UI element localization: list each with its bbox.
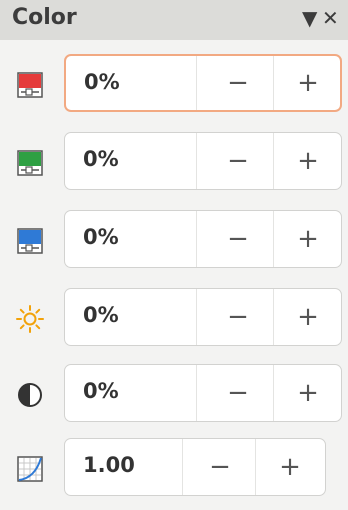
panel-menu-icon[interactable]: ▼: [302, 6, 317, 30]
panel-title: Color: [12, 5, 77, 30]
gamma-decrease-button[interactable]: −: [185, 439, 255, 495]
green-increase-button[interactable]: +: [273, 133, 343, 189]
blue-channel-icon: [17, 228, 43, 254]
green-row: 0% − +: [0, 132, 348, 194]
separator: [196, 365, 197, 421]
brightness-decrease-button[interactable]: −: [203, 289, 273, 345]
green-spinbox[interactable]: 0% − +: [64, 132, 342, 190]
blue-decrease-button[interactable]: −: [203, 211, 273, 267]
brightness-value[interactable]: 0%: [83, 303, 119, 327]
contrast-value[interactable]: 0%: [83, 379, 119, 403]
contrast-row: 0% − +: [0, 364, 348, 426]
panel-titlebar: Color ▼ ✕: [0, 0, 348, 40]
gamma-increase-button[interactable]: +: [255, 439, 325, 495]
brightness-icon: [16, 305, 44, 333]
red-spinbox[interactable]: 0% − +: [64, 54, 342, 112]
brightness-spinbox[interactable]: 0% − +: [64, 288, 342, 346]
gamma-value[interactable]: 1.00: [83, 453, 135, 477]
red-increase-button[interactable]: +: [273, 56, 343, 110]
separator: [182, 439, 183, 495]
brightness-increase-button[interactable]: +: [273, 289, 343, 345]
separator: [196, 56, 197, 110]
close-icon[interactable]: ✕: [322, 6, 339, 30]
separator: [196, 289, 197, 345]
contrast-spinbox[interactable]: 0% − +: [64, 364, 342, 422]
green-value[interactable]: 0%: [83, 147, 119, 171]
brightness-row: 0% − +: [0, 288, 348, 350]
red-decrease-button[interactable]: −: [203, 56, 273, 110]
green-decrease-button[interactable]: −: [203, 133, 273, 189]
gamma-icon: [17, 456, 43, 482]
gamma-row: 1.00 − +: [0, 438, 348, 500]
contrast-decrease-button[interactable]: −: [203, 365, 273, 421]
contrast-icon: [18, 383, 42, 407]
gamma-spinbox[interactable]: 1.00 − +: [64, 438, 326, 496]
red-channel-icon: [17, 72, 43, 98]
red-value[interactable]: 0%: [84, 70, 120, 94]
green-channel-icon: [17, 150, 43, 176]
blue-spinbox[interactable]: 0% − +: [64, 210, 342, 268]
separator: [196, 211, 197, 267]
contrast-increase-button[interactable]: +: [273, 365, 343, 421]
separator: [196, 133, 197, 189]
blue-increase-button[interactable]: +: [273, 211, 343, 267]
blue-row: 0% − +: [0, 210, 348, 272]
red-row: 0% − +: [0, 54, 348, 116]
blue-value[interactable]: 0%: [83, 225, 119, 249]
